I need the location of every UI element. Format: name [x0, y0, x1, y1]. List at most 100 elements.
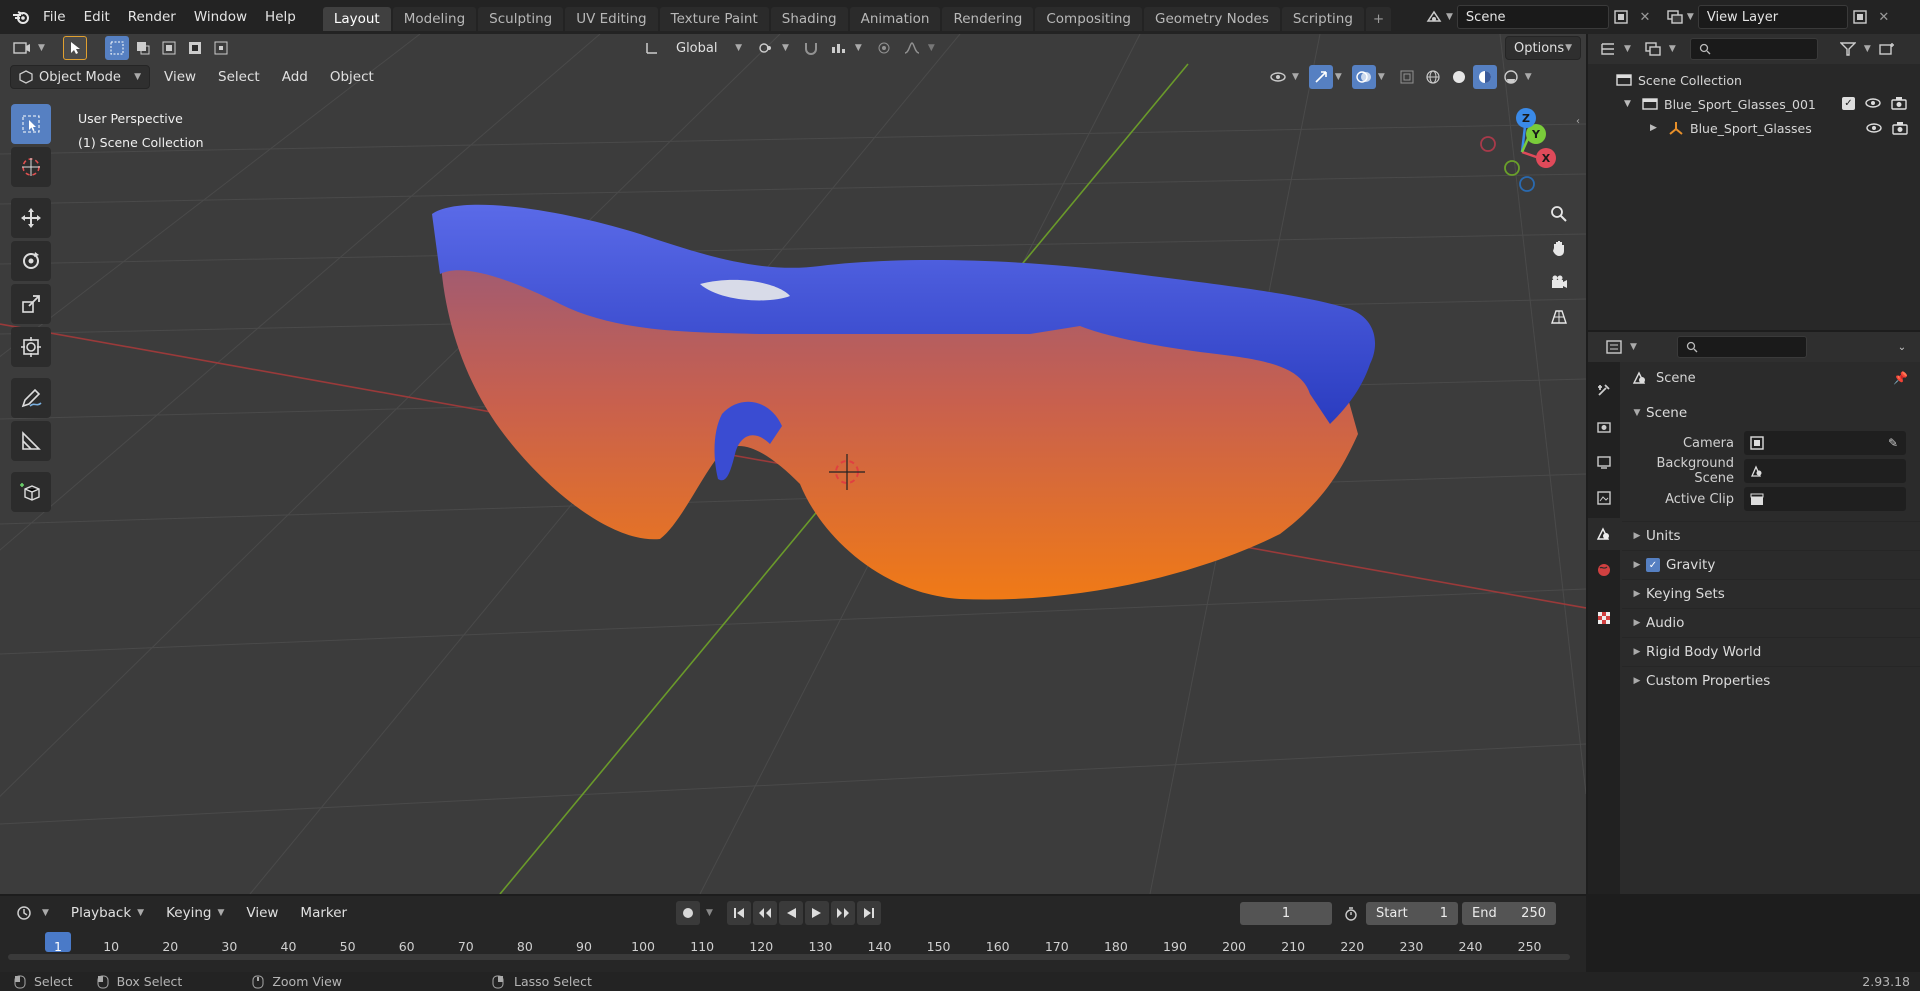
menu-edit[interactable]: Edit: [75, 0, 119, 34]
visibility-icon[interactable]: [1266, 65, 1290, 89]
blender-logo-icon[interactable]: [8, 5, 34, 29]
select-tool-icon[interactable]: [62, 36, 87, 60]
keying-menu[interactable]: Keying ▼: [158, 901, 232, 925]
axis-z-icon[interactable]: Z: [1516, 108, 1536, 128]
timeline-scrollbar[interactable]: [8, 954, 1570, 960]
falloff-icon[interactable]: [900, 36, 924, 60]
tool-add-cube[interactable]: [11, 472, 51, 512]
start-frame-field[interactable]: Start 1: [1366, 902, 1458, 925]
wireframe-shading-icon[interactable]: [1421, 65, 1445, 89]
tab-rendering[interactable]: Rendering: [942, 7, 1034, 31]
properties-search-input[interactable]: [1676, 336, 1807, 358]
expand-arrow-icon[interactable]: ▶: [1650, 123, 1664, 133]
select-extend-icon[interactable]: [131, 36, 155, 60]
timeline-editor-icon[interactable]: [12, 901, 36, 925]
viewport-menu-object[interactable]: Object: [322, 65, 382, 89]
properties-editor-icon[interactable]: [1602, 335, 1626, 359]
jump-keyframe-forward-icon[interactable]: [830, 901, 855, 925]
select-intersect-icon[interactable]: [209, 36, 233, 60]
pivot-point-icon[interactable]: [754, 36, 778, 60]
view-layer-icon[interactable]: [1663, 5, 1687, 29]
marker-menu[interactable]: Marker: [292, 901, 355, 925]
play-icon[interactable]: [804, 901, 829, 925]
outliner-row-collection[interactable]: ▼ Blue_Sport_Glasses_001 ✓: [1588, 92, 1920, 116]
panel-units-header[interactable]: ▶ Units: [1622, 521, 1920, 550]
tool-select-box[interactable]: [11, 104, 51, 144]
active-clip-field[interactable]: [1744, 487, 1906, 511]
timeline-view-menu[interactable]: View: [238, 901, 286, 925]
tool-move[interactable]: [11, 198, 51, 238]
camera-field[interactable]: ✎: [1744, 431, 1906, 455]
tab-render-icon[interactable]: [1588, 410, 1620, 442]
scene-browse-icon[interactable]: [1422, 5, 1446, 29]
menu-help[interactable]: Help: [256, 0, 305, 34]
axis-x-icon[interactable]: X: [1536, 148, 1556, 168]
camera-view-icon[interactable]: [1545, 268, 1573, 296]
panel-keying-sets-header[interactable]: ▶ Keying Sets: [1622, 579, 1920, 608]
render-camera-icon[interactable]: [1891, 96, 1907, 110]
tab-animation[interactable]: Animation: [849, 7, 941, 31]
outliner-editor-icon[interactable]: [1596, 37, 1620, 61]
xray-toggle-icon[interactable]: [1395, 65, 1419, 89]
gravity-checkbox[interactable]: ✓: [1646, 558, 1660, 572]
tab-scripting[interactable]: Scripting: [1281, 7, 1364, 31]
orientation-icon[interactable]: [640, 36, 664, 60]
tool-transform[interactable]: [11, 327, 51, 367]
tab-texture-icon[interactable]: [1588, 602, 1620, 634]
orientation-dropdown[interactable]: Global ▼: [668, 36, 750, 60]
tab-scene-icon[interactable]: [1588, 518, 1620, 550]
pin-icon[interactable]: 📌: [1893, 371, 1908, 385]
tab-view-layer-icon[interactable]: [1588, 482, 1620, 514]
select-invert-icon[interactable]: [183, 36, 207, 60]
3d-viewport[interactable]: [0, 34, 1586, 894]
viewport-menu-view[interactable]: View: [156, 65, 204, 89]
material-preview-shading-icon[interactable]: [1472, 65, 1497, 89]
rendered-shading-icon[interactable]: [1499, 65, 1523, 89]
tool-rotate[interactable]: [11, 241, 51, 281]
tab-uv-editing[interactable]: UV Editing: [565, 7, 658, 31]
jump-start-icon[interactable]: [726, 901, 751, 925]
new-view-layer-icon[interactable]: [1848, 5, 1872, 29]
ortho-toggle-icon[interactable]: [1545, 302, 1573, 330]
menu-window[interactable]: Window: [185, 0, 256, 34]
outliner-row-scene-collection[interactable]: Scene Collection: [1588, 68, 1920, 92]
tab-tool-icon[interactable]: [1588, 374, 1620, 406]
tool-measure[interactable]: [11, 421, 51, 461]
render-camera-icon[interactable]: [1892, 121, 1908, 135]
filter-icon[interactable]: [1836, 37, 1860, 61]
collapse-arrow-icon[interactable]: ▼: [1624, 99, 1638, 109]
play-reverse-icon[interactable]: [778, 901, 803, 925]
delete-scene-icon[interactable]: ✕: [1633, 5, 1657, 29]
tab-compositing[interactable]: Compositing: [1035, 7, 1142, 31]
outliner-row-object[interactable]: ▶ Blue_Sport_Glasses: [1588, 116, 1920, 140]
options-dropdown[interactable]: Options ▼: [1505, 36, 1581, 60]
panel-gravity-header[interactable]: ▶ ✓ Gravity: [1622, 550, 1920, 579]
background-scene-field[interactable]: [1744, 459, 1906, 483]
panel-custom-properties-header[interactable]: ▶ Custom Properties: [1622, 666, 1920, 695]
new-scene-icon[interactable]: [1609, 5, 1633, 29]
tool-annotate[interactable]: [11, 378, 51, 418]
jump-end-icon[interactable]: [856, 901, 881, 925]
viewport-menu-add[interactable]: Add: [274, 65, 316, 89]
proportional-edit-icon[interactable]: [872, 36, 896, 60]
zoom-view-icon[interactable]: [1545, 200, 1573, 228]
editor-type-icon[interactable]: [10, 36, 34, 60]
navigation-gizmo[interactable]: X Y Z: [1480, 104, 1580, 204]
visibility-eye-icon[interactable]: [1865, 97, 1881, 109]
jump-keyframe-back-icon[interactable]: [752, 901, 777, 925]
panel-scene-header[interactable]: ▼ Scene: [1622, 398, 1920, 427]
add-workspace-button[interactable]: +: [1365, 7, 1392, 31]
snap-icon[interactable]: [799, 36, 823, 60]
tab-geometry-nodes[interactable]: Geometry Nodes: [1144, 7, 1280, 31]
tab-modeling[interactable]: Modeling: [392, 7, 477, 31]
select-subtract-icon[interactable]: [157, 36, 181, 60]
menu-file[interactable]: File: [34, 0, 75, 34]
playback-menu[interactable]: Playback ▼: [63, 901, 152, 925]
visibility-eye-icon[interactable]: [1866, 122, 1882, 134]
sidebar-expand-icon[interactable]: ‹: [1576, 116, 1580, 127]
display-mode-icon[interactable]: [1641, 37, 1665, 61]
snap-target-icon[interactable]: [827, 36, 851, 60]
tab-world-icon[interactable]: [1588, 554, 1620, 586]
gizmo-toggle-icon[interactable]: [1308, 65, 1333, 89]
tool-cursor[interactable]: [11, 147, 51, 187]
